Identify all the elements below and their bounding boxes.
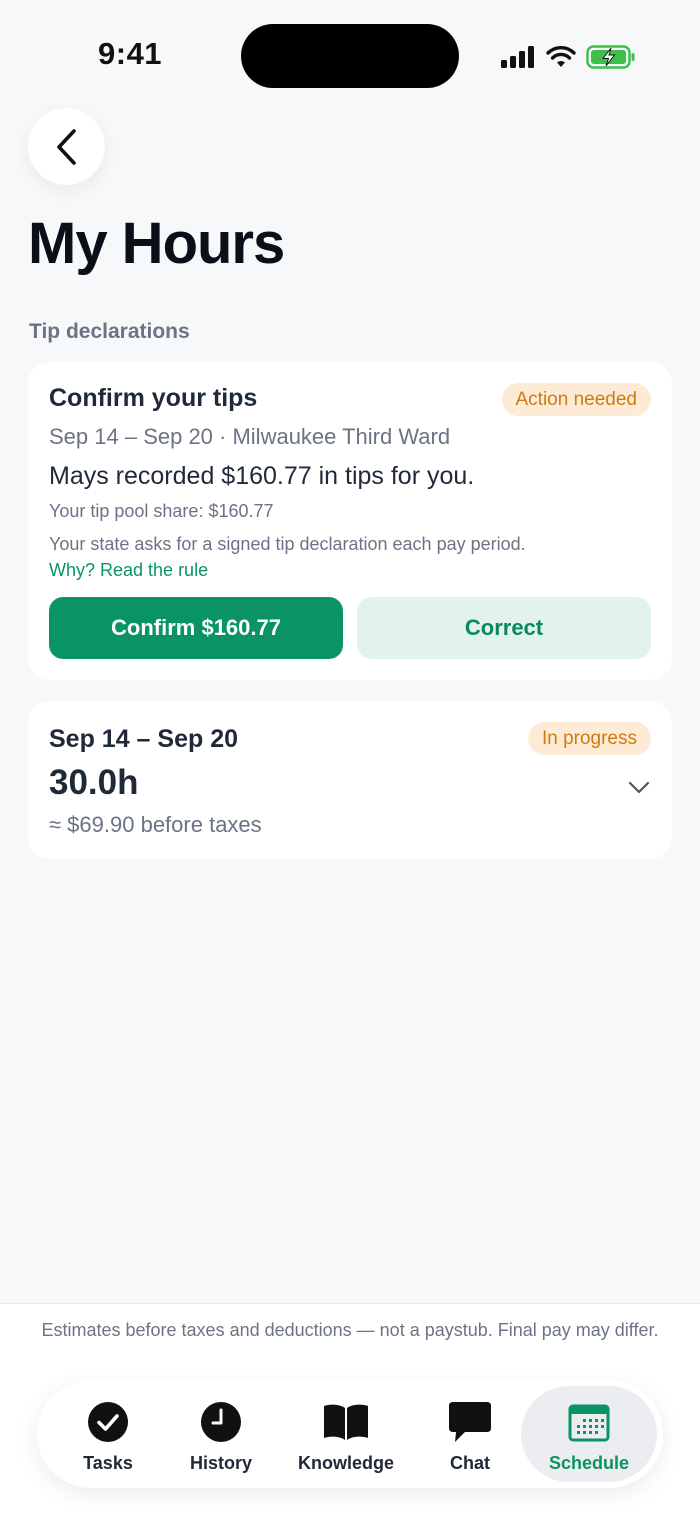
tab-label: History: [189, 1453, 252, 1473]
book-icon: [324, 1404, 368, 1440]
confirm-tips-button[interactable]: Confirm $160.77: [49, 597, 343, 659]
tab-schedule[interactable]: Schedule: [521, 1386, 657, 1482]
back-button[interactable]: [28, 108, 105, 185]
tab-knowledge[interactable]: Knowledge: [282, 1386, 410, 1482]
card-title: Confirm your tips: [49, 384, 258, 412]
tab-label: Schedule: [548, 1453, 630, 1473]
pay-period-range: Sep 14 – Sep 20: [49, 725, 239, 753]
check-circle-icon: [88, 1402, 128, 1442]
chevron-down-icon[interactable]: [628, 781, 650, 795]
battery-charging-icon: [586, 45, 635, 69]
status-bar: 9:41: [0, 0, 700, 110]
tab-bar: Tasks History Knowledge Chat Schedule: [37, 1380, 663, 1488]
tab-label: Tasks: [83, 1453, 133, 1473]
tab-label: Knowledge: [297, 1453, 394, 1473]
tab-chat[interactable]: Chat: [413, 1386, 527, 1482]
status-time: 9:41: [98, 36, 163, 71]
state-note: Your state asks for a signed tip declara…: [49, 534, 526, 554]
total-hours: 30.0h: [49, 763, 139, 802]
period-location: Sep 14 – Sep 20 · Milwaukee Third Ward: [49, 424, 451, 449]
chat-bubble-icon: [449, 1402, 491, 1442]
page-title: My Hours: [28, 211, 285, 276]
tab-label: Chat: [450, 1453, 490, 1473]
tip-pool-share: Your tip pool share: $160.77: [49, 501, 274, 521]
tips-recorded-text: Mays recorded $160.77 in tips for you.: [49, 462, 475, 490]
read-rule-link[interactable]: Why? Read the rule: [49, 560, 208, 581]
tab-tasks[interactable]: Tasks: [51, 1386, 165, 1482]
section-label-tip-declarations: Tip declarations: [29, 320, 190, 343]
status-badge-action-needed: Action needed: [501, 383, 651, 416]
calendar-icon: [568, 1404, 610, 1442]
tip-declaration-card: Confirm your tips Action needed Sep 14 –…: [28, 362, 672, 680]
wifi-icon: [546, 46, 576, 67]
status-icons: [500, 40, 636, 74]
tab-history[interactable]: History: [164, 1386, 278, 1482]
chevron-left-icon: [56, 128, 76, 165]
footer: Estimates before taxes and deductions — …: [0, 1303, 700, 1522]
pay-estimate: ≈ $69.90 before taxes: [49, 812, 262, 837]
pay-disclaimer: Estimates before taxes and deductions — …: [41, 1320, 659, 1340]
status-badge-in-progress: In progress: [527, 722, 651, 755]
correct-tips-button[interactable]: Correct: [357, 597, 651, 659]
signal-icon: [501, 46, 534, 68]
dynamic-island: [241, 24, 459, 88]
pay-period-card[interactable]: Sep 14 – Sep 20 In progress 30.0h ≈ $69.…: [28, 701, 672, 859]
clock-icon: [201, 1402, 241, 1442]
